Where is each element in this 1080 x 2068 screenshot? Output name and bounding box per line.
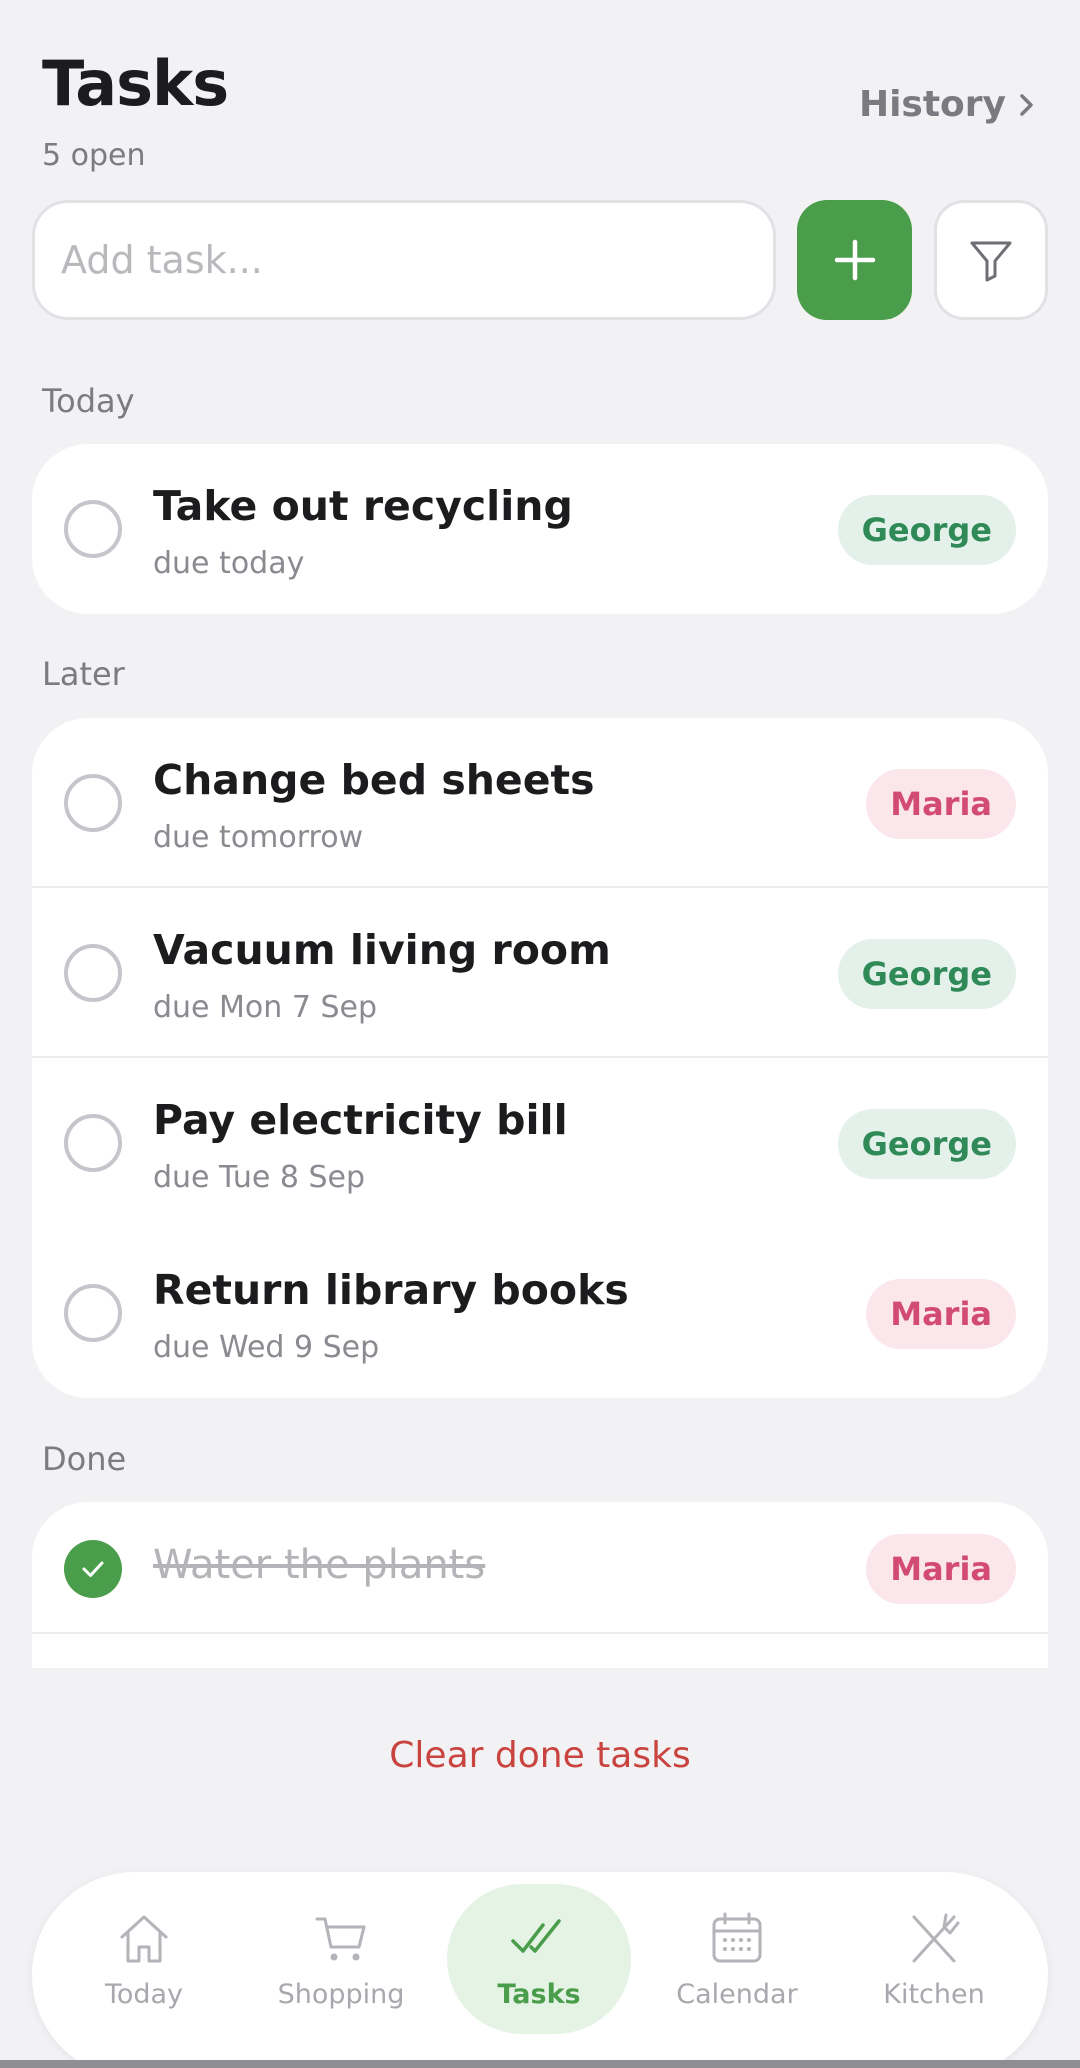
today-task-card: Take out recycling due today George: [32, 444, 1048, 614]
tab-shopping[interactable]: Shopping: [249, 1884, 433, 2034]
filter-button[interactable]: [934, 200, 1048, 320]
add-task-input[interactable]: [32, 200, 776, 320]
task-due-date: due tomorrow: [153, 820, 364, 855]
assignee-badge: George: [837, 1109, 1016, 1179]
section-label-done: Done: [42, 1440, 127, 1478]
add-task-button[interactable]: [797, 200, 912, 320]
task-title: Water the plants: [153, 1542, 486, 1588]
chevron-right-icon: [1020, 93, 1033, 116]
bottom-tab-bar: Today Shopping Tasks Calendar Kitchen: [32, 1872, 1048, 2068]
tab-label: Shopping: [277, 1978, 405, 2010]
tab-tasks[interactable]: Tasks: [447, 1884, 631, 2034]
page-header: Tasks 5 open: [42, 44, 229, 173]
calendar-icon: [712, 1912, 762, 1962]
task-row[interactable]: Change bed sheets due tomorrow Maria: [32, 718, 1048, 888]
done-task-card: Water the plants Maria: [32, 1502, 1048, 1668]
assignee-badge: Maria: [866, 1279, 1016, 1349]
task-checkbox-checked[interactable]: [64, 1540, 122, 1598]
checkmark-icon: [82, 1561, 104, 1577]
task-due-date: due Wed 9 Sep: [153, 1330, 380, 1365]
task-row[interactable]: Pay electricity bill due Tue 8 Sep Georg…: [32, 1058, 1048, 1228]
home-indicator-strip: [0, 2060, 1080, 2068]
history-link[interactable]: History: [859, 84, 1038, 125]
task-checkbox[interactable]: [64, 1284, 122, 1342]
task-title: Take out recycling: [153, 482, 573, 530]
assignee-badge: George: [837, 495, 1016, 565]
page-title: Tasks: [42, 47, 229, 120]
add-task-row: [32, 200, 1048, 320]
tab-label: Kitchen: [883, 1978, 985, 2010]
tab-label: Tasks: [497, 1978, 581, 2010]
task-title: Pay electricity bill: [153, 1096, 568, 1144]
plus-icon: [834, 239, 875, 281]
task-due-date: due today: [153, 546, 305, 581]
tab-kitchen[interactable]: Kitchen: [842, 1884, 1026, 2034]
tab-label: Today: [104, 1978, 184, 2010]
tab-calendar[interactable]: Calendar: [645, 1884, 829, 2034]
section-label-today: Today: [42, 382, 135, 420]
task-checkbox[interactable]: [64, 500, 122, 558]
tab-today[interactable]: Today: [52, 1884, 236, 2034]
open-count: 5 open: [42, 138, 146, 173]
task-checkbox[interactable]: [64, 1114, 122, 1172]
task-row-done[interactable]: Water the plants Maria: [32, 1502, 1048, 1634]
cart-icon: [315, 1917, 366, 1960]
task-title: Change bed sheets: [153, 756, 595, 804]
task-row[interactable]: Take out recycling due today George: [32, 444, 1048, 614]
home-icon: [120, 1915, 168, 1962]
section-label-later: Later: [42, 655, 125, 693]
task-title: Vacuum living room: [153, 926, 611, 974]
task-checkbox[interactable]: [64, 944, 122, 1002]
task-row[interactable]: Vacuum living room due Mon 7 Sep George: [32, 888, 1048, 1058]
task-checkbox[interactable]: [64, 774, 122, 832]
fork-knife-icon: [912, 1913, 960, 1962]
assignee-badge: Maria: [866, 769, 1016, 839]
history-label: History: [858, 84, 1006, 125]
task-due-date: due Mon 7 Sep: [153, 990, 378, 1025]
assignee-badge: George: [837, 939, 1016, 1009]
filter-icon: [970, 241, 1012, 282]
assignee-badge: Maria: [866, 1534, 1016, 1604]
clear-done-button[interactable]: Clear done tasks: [0, 1735, 1080, 1776]
tab-label: Calendar: [676, 1978, 798, 2010]
task-due-date: due Tue 8 Sep: [153, 1160, 365, 1195]
task-title: Return library books: [153, 1266, 629, 1314]
later-task-card: Change bed sheets due tomorrow Maria Vac…: [32, 718, 1048, 1398]
double-check-icon: [511, 1918, 561, 1953]
task-row[interactable]: Return library books due Wed 9 Sep Maria: [32, 1228, 1048, 1398]
